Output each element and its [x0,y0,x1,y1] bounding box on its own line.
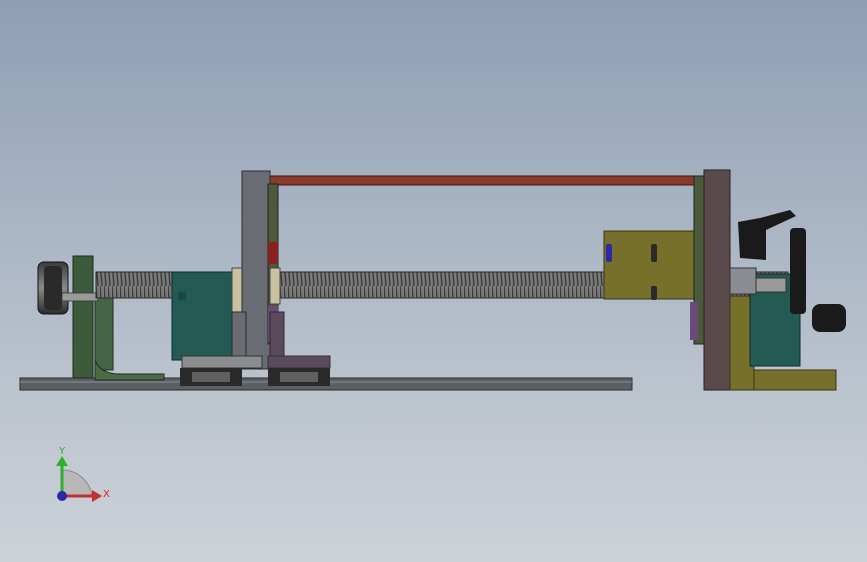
axis-triad[interactable]: Y X [56,446,110,502]
carriage-motor [171,271,235,361]
left-roller [37,261,69,315]
right-frame-plate [690,169,731,391]
cad-viewport[interactable]: Y X [0,0,867,562]
right-motor-assembly [729,267,846,391]
x-axis-label: X [103,489,110,500]
z-axis-dot [57,491,67,501]
right-yellow-block [603,230,701,300]
assembly-drawing: Y X [19,169,846,502]
tie-rod [261,175,715,186]
y-axis-label: Y [58,446,66,457]
